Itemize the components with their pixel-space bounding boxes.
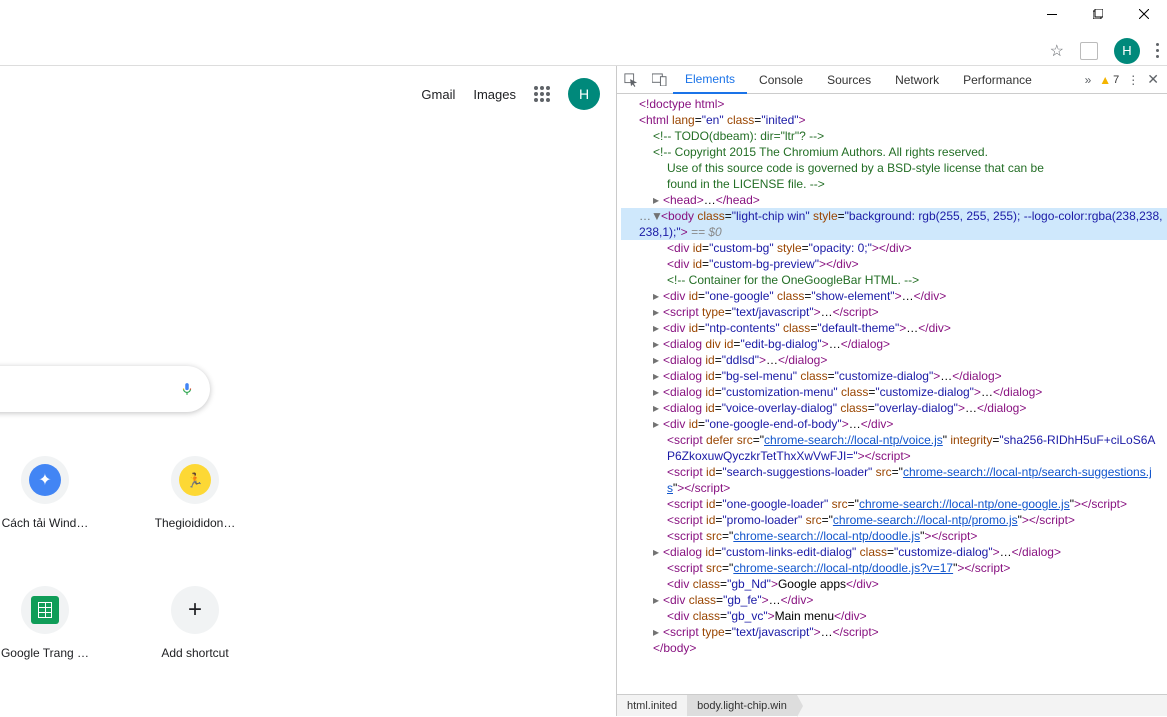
- browser-toolbar: ☆ H: [0, 36, 1167, 66]
- dom-tree-line[interactable]: <!-- Container for the OneGoogleBar HTML…: [621, 272, 1167, 288]
- dom-tree-line[interactable]: <script src="chrome-search://local-ntp/d…: [621, 528, 1167, 544]
- voice-search-icon[interactable]: [180, 379, 194, 399]
- dom-tree-line[interactable]: <script id="search-suggestions-loader" s…: [621, 464, 1167, 496]
- dom-tree-line[interactable]: <script defer src="chrome-search://local…: [621, 432, 1167, 464]
- window-controls: [1029, 0, 1167, 28]
- dom-tree-line[interactable]: <div class="gb_Nd">Google apps</div>: [621, 576, 1167, 592]
- dom-tree-line[interactable]: <script id="one-google-loader" src="chro…: [621, 496, 1167, 512]
- profile-avatar[interactable]: H: [1114, 38, 1140, 64]
- browser-menu-icon[interactable]: [1156, 43, 1159, 58]
- tab-network[interactable]: Network: [883, 66, 951, 94]
- dom-tree-line[interactable]: <div class="gb_vc">Main menu</div>: [621, 608, 1167, 624]
- bookmark-star-icon[interactable]: ☆: [1050, 41, 1064, 61]
- gmail-link[interactable]: Gmail: [421, 87, 455, 102]
- dom-tree-line[interactable]: ▸<dialog id="bg-sel-menu" class="customi…: [621, 368, 1167, 384]
- devtools-menu-icon[interactable]: ⋮: [1127, 73, 1139, 87]
- tab-performance[interactable]: Performance: [951, 66, 1044, 94]
- tab-console[interactable]: Console: [747, 66, 815, 94]
- dom-tree-line[interactable]: ▸<head>…</head>: [621, 192, 1167, 208]
- dom-tree-line[interactable]: <!-- Copyright 2015 The Chromium Authors…: [621, 144, 1167, 160]
- shortcut-label: Thegioididon…: [155, 516, 236, 530]
- dom-tree-line[interactable]: ▸<div id="one-google-end-of-body">…</div…: [621, 416, 1167, 432]
- breadcrumb-item[interactable]: body.light-chip.win: [687, 695, 797, 716]
- dom-tree-line[interactable]: ▸<div id="one-google" class="show-elemen…: [621, 288, 1167, 304]
- shortcut-label: Google Trang …: [1, 646, 89, 660]
- shortcut-item[interactable]: Google Trang …: [0, 586, 90, 660]
- devtools-panel: Elements Console Sources Network Perform…: [616, 66, 1167, 716]
- dom-tree-line[interactable]: ▸<div class="gb_fe">…</div>: [621, 592, 1167, 608]
- maximize-button[interactable]: [1075, 0, 1121, 28]
- close-button[interactable]: [1121, 0, 1167, 28]
- dom-tree-line[interactable]: ▸<script type="text/javascript">…</scrip…: [621, 304, 1167, 320]
- shortcuts-row-2: Google Trang … + Add shortcut: [0, 586, 240, 660]
- dom-tree-line[interactable]: <script id="promo-loader" src="chrome-se…: [621, 512, 1167, 528]
- devtools-tabs: Elements Console Sources Network Perform…: [617, 66, 1167, 94]
- dom-tree-line[interactable]: found in the LICENSE file. -->: [621, 176, 1167, 192]
- shortcut-label: Cách tải Wind…: [2, 516, 89, 530]
- shortcut-item[interactable]: 🏃 Thegioididon…: [150, 456, 240, 530]
- warnings-badge[interactable]: ▲7: [1099, 73, 1119, 87]
- inspect-element-icon[interactable]: [617, 66, 645, 94]
- dom-tree-line[interactable]: ▸<dialog div id="edit-bg-dialog">…</dial…: [621, 336, 1167, 352]
- account-avatar[interactable]: H: [568, 78, 600, 110]
- one-google-bar: Gmail Images H: [421, 78, 600, 110]
- dom-tree-line[interactable]: ▸<dialog id="customization-menu" class="…: [621, 384, 1167, 400]
- dom-tree-line[interactable]: <!doctype html>: [621, 96, 1167, 112]
- images-link[interactable]: Images: [473, 87, 516, 102]
- page-content: Gmail Images H Google ✦ Cách tải Wind… 🏃…: [0, 66, 616, 716]
- add-shortcut-button[interactable]: + Add shortcut: [150, 586, 240, 660]
- tab-elements[interactable]: Elements: [673, 66, 747, 94]
- devtools-breadcrumb: html.inited body.light-chip.win: [617, 694, 1167, 716]
- extension-icon[interactable]: [1080, 42, 1098, 60]
- google-apps-icon[interactable]: [534, 86, 550, 102]
- dom-tree-line[interactable]: <html lang="en" class="inited">: [621, 112, 1167, 128]
- dom-tree-line[interactable]: ▸<script type="text/javascript">…</scrip…: [621, 624, 1167, 640]
- dom-tree-line[interactable]: Use of this source code is governed by a…: [621, 160, 1167, 176]
- dom-tree-line[interactable]: ▸<dialog id="voice-overlay-dialog" class…: [621, 400, 1167, 416]
- breadcrumb-item[interactable]: html.inited: [617, 695, 687, 716]
- dom-tree-line[interactable]: <div id="custom-bg-preview"></div>: [621, 256, 1167, 272]
- minimize-button[interactable]: [1029, 0, 1075, 28]
- dom-tree-line[interactable]: <script src="chrome-search://local-ntp/d…: [621, 560, 1167, 576]
- dom-tree-line[interactable]: <div id="custom-bg" style="opacity: 0;">…: [621, 240, 1167, 256]
- dom-tree-line[interactable]: ▸<div id="ntp-contents" class="default-t…: [621, 320, 1167, 336]
- tab-sources[interactable]: Sources: [815, 66, 883, 94]
- more-tabs-icon[interactable]: »: [1085, 73, 1092, 87]
- devtools-close-icon[interactable]: ✕: [1147, 71, 1159, 88]
- dom-tree-line[interactable]: <!-- TODO(dbeam): dir="ltr"? -->: [621, 128, 1167, 144]
- dom-tree-line[interactable]: </body>: [621, 640, 1167, 656]
- shortcut-item[interactable]: ✦ Cách tải Wind…: [0, 456, 90, 530]
- dom-tree-line[interactable]: …▼<body class="light-chip win" style="ba…: [621, 208, 1167, 240]
- device-toolbar-icon[interactable]: [645, 66, 673, 94]
- dom-tree-line[interactable]: ▸<dialog id="ddlsd">…</dialog>: [621, 352, 1167, 368]
- dom-tree[interactable]: <!doctype html><html lang="en" class="in…: [617, 94, 1167, 694]
- shortcuts-row-1: ✦ Cách tải Wind… 🏃 Thegioididon…: [0, 456, 240, 530]
- search-box[interactable]: [0, 366, 210, 412]
- dom-tree-line[interactable]: ▸<dialog id="custom-links-edit-dialog" c…: [621, 544, 1167, 560]
- shortcut-label: Add shortcut: [161, 646, 228, 660]
